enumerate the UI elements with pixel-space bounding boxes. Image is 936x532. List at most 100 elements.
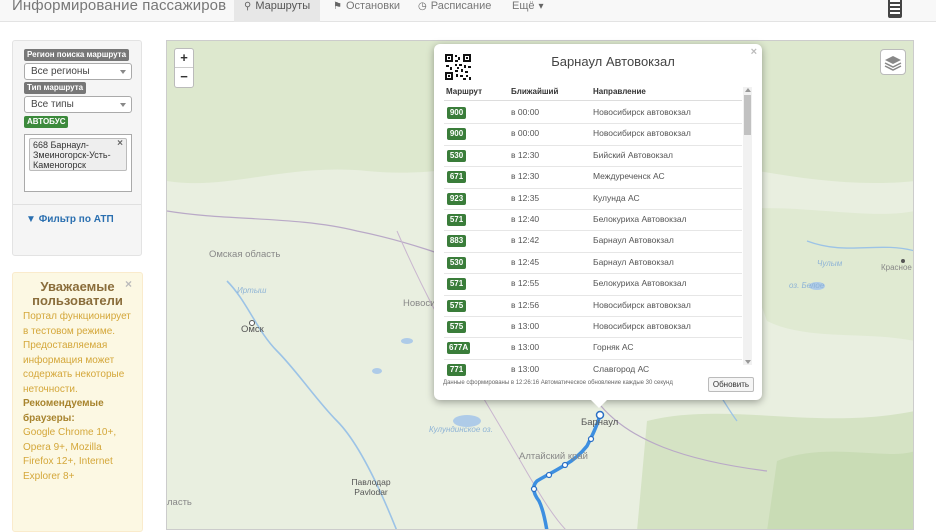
table-row[interactable]: 671 в 12:30 Междуреченск АС: [444, 167, 742, 189]
caret-down-icon: ▾: [538, 1, 544, 12]
direction: Белокуриха Автовокзал: [593, 213, 687, 224]
map-label-oblast: ласть: [167, 497, 192, 508]
direction: Славгород АС: [593, 363, 650, 374]
departure-time: в 12:45: [511, 256, 540, 267]
table-row[interactable]: 771 в 13:00 Славгород АС: [444, 360, 742, 379]
direction: Кулунда АС: [593, 192, 640, 203]
atp-filter-label: Фильтр по АТП: [38, 214, 114, 225]
table-row[interactable]: 900 в 00:00 Новосибирск автовокзал: [444, 103, 742, 125]
route-badge[interactable]: 530: [447, 256, 466, 269]
map-label-barnaul: Барнаул: [581, 417, 619, 428]
departure-time: в 13:00: [511, 342, 540, 353]
map-label-krasnoyarsk: Красное: [881, 263, 912, 272]
map-label-omsk: Омск: [241, 324, 264, 335]
route-filter-panel: Регион поиска маршрута Все регионы Тип м…: [12, 40, 142, 256]
table-row[interactable]: 883 в 12:42 Барнаул Автовокзал: [444, 231, 742, 253]
mobile-phone-icon[interactable]: [888, 0, 902, 18]
table-row[interactable]: 575 в 13:00 Новосибирск автовокзал: [444, 317, 742, 339]
close-icon[interactable]: ×: [751, 46, 757, 58]
route-badge[interactable]: 671: [447, 171, 466, 184]
zoom-in-button[interactable]: +: [175, 49, 193, 68]
top-navbar: Информирование пассажиров ⚲ Маршруты ⚑ О…: [0, 0, 936, 22]
route-badge[interactable]: 883: [447, 235, 466, 248]
scrollbar-thumb[interactable]: [744, 95, 751, 135]
selected-route-text: 668 Барнаул-Змеиногорск-Усть-Каменогорск: [33, 140, 111, 170]
remove-route-button[interactable]: ×: [117, 139, 123, 149]
scroll-up-icon[interactable]: [745, 88, 751, 92]
table-row[interactable]: 677А в 13:00 Горняк АС: [444, 338, 742, 360]
refresh-button[interactable]: Обновить: [708, 377, 754, 392]
departure-time: в 00:00: [511, 128, 540, 139]
bus-type-badge: АВТОБУС: [24, 116, 69, 128]
atp-filter-link[interactable]: ▼ Фильтр по АТП: [26, 214, 114, 225]
map-marker-icon: ⚲: [244, 1, 252, 12]
region-select[interactable]: Все регионы: [24, 63, 132, 80]
table-row[interactable]: 530 в 12:30 Бийский Автовокзал: [444, 146, 742, 168]
route-badge[interactable]: 575: [447, 299, 466, 312]
update-footnote: Данные сформированы в 12:26:16 Автоматич…: [443, 380, 673, 386]
tab-more[interactable]: Ещё ▾: [502, 0, 554, 22]
popup-pointer: [590, 399, 608, 408]
table-scrollbar[interactable]: [743, 87, 752, 365]
chevron-down-icon: [120, 103, 126, 107]
qr-code-icon[interactable]: [444, 53, 472, 81]
tab-stops-label: Остановки: [345, 0, 401, 12]
region-select-value: Все регионы: [31, 66, 90, 77]
route-badge[interactable]: 530: [447, 149, 466, 162]
departure-time: в 12:42: [511, 235, 540, 246]
map-label-chulym: Чулым: [817, 259, 843, 268]
route-badge[interactable]: 771: [447, 363, 466, 376]
notice-text: Портал функционирует в тестовом режиме. …: [23, 311, 131, 395]
stop-title: Барнаул Автовокзал: [551, 54, 675, 69]
chevron-down-icon: [120, 70, 126, 74]
tab-schedule-label: Расписание: [430, 0, 492, 12]
route-badge[interactable]: 900: [447, 107, 466, 119]
table-row[interactable]: 571 в 12:40 Белокуриха Автовокзал: [444, 210, 742, 232]
departure-time: в 12:30: [511, 171, 540, 182]
tab-stops[interactable]: ⚑ Остановки: [323, 0, 410, 22]
table-row[interactable]: 530 в 12:45 Барнаул Автовокзал: [444, 253, 742, 275]
stop-info-popup: × Барнаул Автовокзал Маршрут Ближайший Н…: [434, 44, 762, 400]
map-label-omsk-region: Омская область: [209, 249, 281, 260]
departure-time: в 13:00: [511, 363, 540, 374]
tab-routes-label: Маршруты: [255, 0, 311, 12]
departure-time: в 12:35: [511, 192, 540, 203]
route-type-label: Тип маршрута: [24, 82, 87, 94]
close-icon[interactable]: ×: [125, 277, 132, 291]
col-direction-header: Направление: [593, 87, 646, 96]
tab-routes[interactable]: ⚲ Маршруты: [234, 0, 321, 22]
table-row[interactable]: 923 в 12:35 Кулунда АС: [444, 189, 742, 210]
app-brand[interactable]: Информирование пассажиров: [12, 0, 226, 14]
departure-time: в 00:00: [511, 107, 540, 117]
region-label: Регион поиска маршрута: [24, 49, 130, 61]
direction: Белокуриха Автовокзал: [593, 278, 687, 289]
table-header-divider: [444, 100, 742, 101]
col-route-header: Маршрут: [446, 87, 483, 96]
layers-button[interactable]: [880, 49, 906, 75]
map-label-kulunda-lake: Кулундинское оз.: [429, 425, 493, 434]
direction: Горняк АС: [593, 342, 634, 353]
notice-title: Уважаемые пользователи: [32, 279, 123, 308]
zoom-control: + −: [174, 48, 194, 88]
departure-time: в 12:30: [511, 149, 540, 160]
route-badge[interactable]: 900: [447, 128, 466, 141]
zoom-out-button[interactable]: −: [175, 68, 193, 87]
departure-time: в 12:55: [511, 278, 540, 289]
route-badge[interactable]: 571: [447, 278, 466, 291]
tab-schedule[interactable]: ◷ Расписание: [408, 0, 501, 22]
route-badge[interactable]: 575: [447, 320, 466, 333]
departures-table[interactable]: 900 в 00:00 Новосибирск автовокзал 900 в 00…: [444, 103, 742, 379]
col-nearest-header: Ближайший: [511, 87, 559, 96]
table-row[interactable]: 575 в 12:56 Новосибирск автовокзал: [444, 296, 742, 317]
route-multiselect[interactable]: 668 Барнаул-Змеиногорск-Усть-Каменогорск…: [24, 134, 132, 192]
route-badge[interactable]: 571: [447, 213, 466, 226]
table-row[interactable]: 571 в 12:55 Белокуриха Автовокзал: [444, 274, 742, 296]
route-badge[interactable]: 677А: [447, 342, 471, 355]
route-badge[interactable]: 923: [447, 192, 466, 205]
scroll-down-icon[interactable]: [745, 360, 751, 364]
direction: Междуреченск АС: [593, 171, 665, 182]
table-row[interactable]: 900 в 00:00 Новосибирск автовокзал: [444, 124, 742, 146]
filter-icon: ▼: [26, 214, 36, 225]
route-type-select[interactable]: Все типы: [24, 96, 132, 113]
notice-browsers-label: Рекомендуемые браузеры:: [23, 398, 104, 424]
